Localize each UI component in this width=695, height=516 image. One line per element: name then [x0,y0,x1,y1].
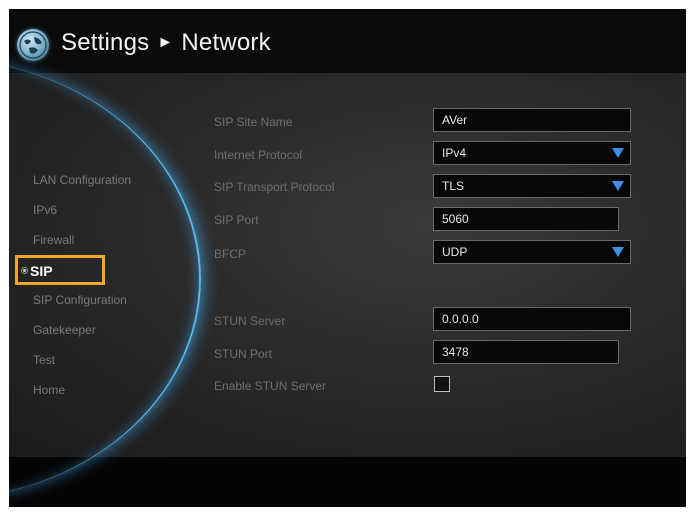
nav-item-firewall[interactable]: Firewall [33,232,74,248]
nav-item-sip[interactable]: SIP [15,255,105,285]
footer-bar [9,457,686,507]
sip-site-name-value: AVer [442,113,468,127]
enable-stun-server-label: Enable STUN Server [214,379,327,393]
nav-item-lan-configuration[interactable]: LAN Configuration [33,172,131,188]
breadcrumb-network: Network [181,29,271,56]
stun-port-input[interactable]: 3478 [433,340,619,364]
sip-transport-protocol-value: TLS [442,179,465,193]
bfcp-value: UDP [442,245,468,259]
dropdown-arrow-icon [612,148,624,158]
enable-stun-server-checkbox[interactable] [434,376,450,392]
nav-item-sip-configuration[interactable]: SIP Configuration [33,292,127,308]
sip-transport-protocol-select[interactable]: TLS [433,174,631,198]
breadcrumb-settings: Settings [61,29,150,56]
settings-screen: Settings ► Network LAN Configuration IPv6 … [9,9,686,507]
stun-server-input[interactable]: 0.0.0.0 [433,307,631,331]
page-title: Settings ► Network [61,29,271,57]
stun-server-label: STUN Server [214,314,286,328]
bfcp-label: BFCP [214,247,247,261]
selected-dot-icon [21,267,28,274]
sip-port-value: 5060 [442,212,469,226]
sip-site-name-input[interactable]: AVer [433,108,631,132]
nav-item-sip-label: SIP [30,263,53,279]
stun-server-value: 0.0.0.0 [442,312,479,326]
nav-item-test[interactable]: Test [33,352,55,368]
dropdown-arrow-icon [612,247,624,257]
sip-transport-protocol-label: SIP Transport Protocol [214,180,335,194]
internet-protocol-label: Internet Protocol [214,148,303,162]
stun-port-label: STUN Port [214,347,273,361]
dropdown-arrow-icon [612,181,624,191]
sip-port-label: SIP Port [214,213,259,227]
nav-item-home[interactable]: Home [33,382,65,398]
stun-port-value: 3478 [442,345,469,359]
nav-item-gatekeeper[interactable]: Gatekeeper [33,322,96,338]
header-bar: Settings ► Network [9,9,686,73]
internet-protocol-select[interactable]: IPv4 [433,141,631,165]
globe-logo-icon [17,29,49,61]
sip-port-input[interactable]: 5060 [433,207,619,231]
internet-protocol-value: IPv4 [442,146,467,160]
bfcp-select[interactable]: UDP [433,240,631,264]
breadcrumb-arrow-icon: ► [157,34,174,51]
sip-site-name-label: SIP Site Name [214,115,293,129]
nav-item-ipv6[interactable]: IPv6 [33,202,57,218]
